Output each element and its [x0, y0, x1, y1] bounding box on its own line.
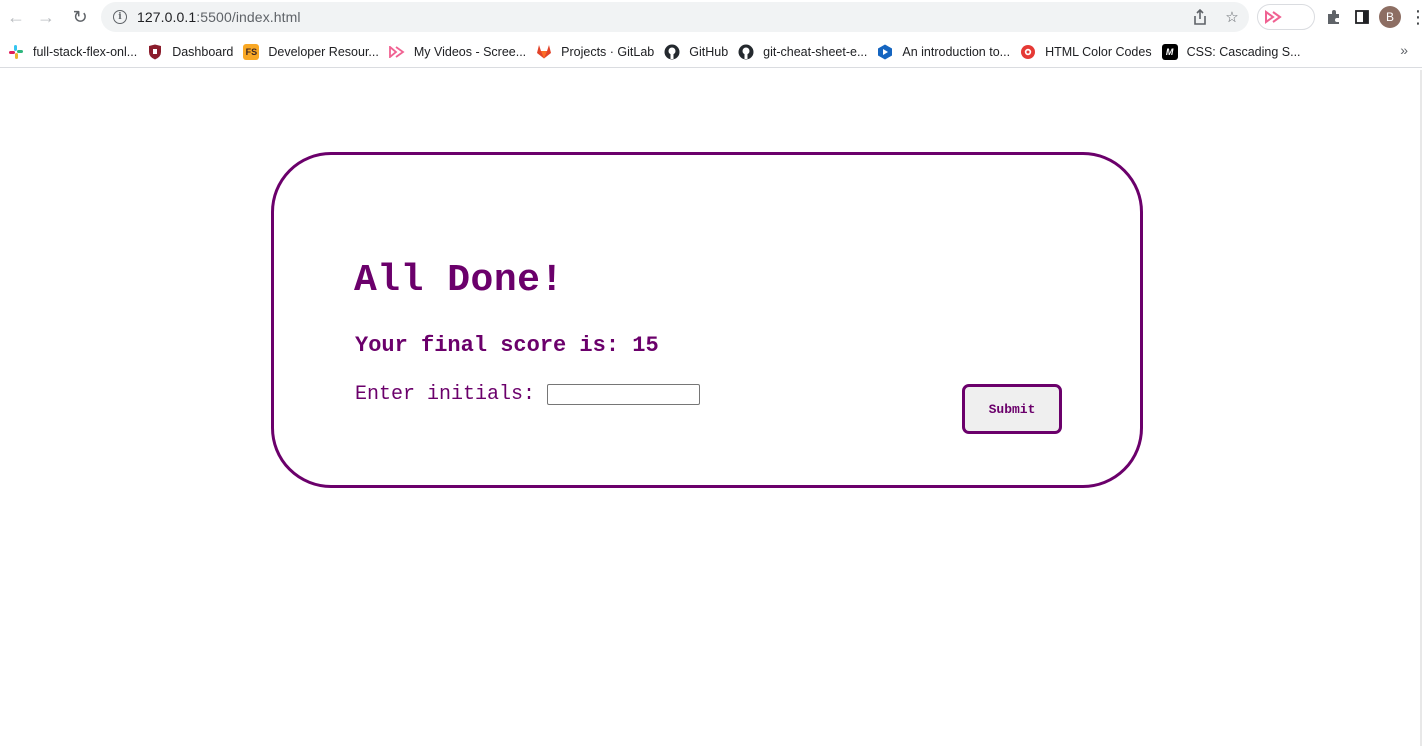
color-wheel-icon [1020, 44, 1036, 60]
mdn-icon: M [1161, 43, 1178, 60]
bookmark-item[interactable]: M CSS: Cascading S... [1160, 38, 1309, 66]
github-icon [738, 44, 754, 60]
extension-pill[interactable] [1257, 4, 1315, 30]
bookmark-label: HTML Color Codes [1045, 44, 1152, 59]
url-host: 127.0.0.1 [137, 9, 197, 25]
bookmark-item[interactable]: git-cheat-sheet-e... [736, 38, 875, 66]
initials-label: Enter initials: [355, 383, 536, 406]
final-score-text: Your final score is: 15 [355, 333, 659, 358]
bookmark-label: full-stack-flex-onl... [33, 44, 138, 59]
url-text[interactable]: 127.0.0.1:5500/index.html [137, 9, 301, 25]
quiz-end-card: All Done! Your final score is: 15 Enter … [271, 152, 1143, 488]
screencast-extension-icon[interactable] [1264, 10, 1282, 24]
shield-icon [147, 44, 163, 60]
site-info-icon[interactable]: i [113, 10, 127, 24]
slack-icon [8, 44, 24, 60]
bookmark-label: git-cheat-sheet-e... [763, 44, 868, 59]
fs-icon: FS [243, 43, 260, 60]
side-panel-icon[interactable] [1351, 6, 1373, 28]
back-arrow-icon[interactable]: ← [1, 2, 31, 32]
initials-row: Enter initials: [355, 383, 701, 406]
github-icon [664, 44, 680, 60]
bookmark-item[interactable]: GitHub [662, 38, 736, 66]
kebab-menu-icon[interactable]: ⋮ [1407, 6, 1422, 28]
share-icon[interactable] [1189, 6, 1211, 28]
bookmark-label: Projects · GitLab [561, 44, 655, 59]
bookmark-item[interactable]: FS Developer Resour... [241, 38, 386, 66]
bookmark-star-icon[interactable]: ☆ [1221, 6, 1243, 28]
play-icon [877, 44, 893, 60]
bookmark-item[interactable]: Dashboard [145, 38, 241, 66]
bookmark-item[interactable]: HTML Color Codes [1018, 38, 1160, 66]
gitlab-icon [536, 44, 552, 60]
reload-icon[interactable]: ↻ [65, 2, 95, 32]
submit-button[interactable]: Submit [962, 384, 1062, 434]
bookmarks-bar: full-stack-flex-onl... Dashboard FS Deve… [0, 36, 1422, 68]
bookmark-label: My Videos - Scree... [413, 44, 527, 59]
browser-toolbar: ← → ↻ i 127.0.0.1:5500/index.html ☆ B ⋮ [0, 0, 1422, 34]
forward-arrow-icon[interactable]: → [31, 2, 61, 32]
page-title: All Done! [354, 259, 564, 302]
bookmark-label: Dashboard [172, 44, 234, 59]
bookmark-item[interactable]: full-stack-flex-onl... [6, 38, 145, 66]
bookmark-label: CSS: Cascading S... [1186, 44, 1301, 59]
bookmark-label: Developer Resour... [268, 44, 379, 59]
more-bookmarks-chevron-icon[interactable]: » [1400, 42, 1408, 58]
extensions-area: B ⋮ [1257, 4, 1422, 30]
bookmark-item[interactable]: An introduction to... [875, 38, 1018, 66]
bookmark-item[interactable]: My Videos - Scree... [387, 38, 534, 66]
profile-avatar[interactable]: B [1379, 6, 1401, 28]
bookmark-label: GitHub [689, 44, 729, 59]
url-path: :5500/index.html [196, 9, 301, 25]
bookmark-label: An introduction to... [902, 44, 1011, 59]
address-bar[interactable]: i 127.0.0.1:5500/index.html ☆ [101, 2, 1249, 32]
initials-input[interactable] [547, 384, 701, 405]
extensions-puzzle-icon[interactable] [1323, 6, 1345, 28]
bookmark-item[interactable]: Projects · GitLab [534, 38, 662, 66]
screencast-icon [388, 44, 405, 60]
